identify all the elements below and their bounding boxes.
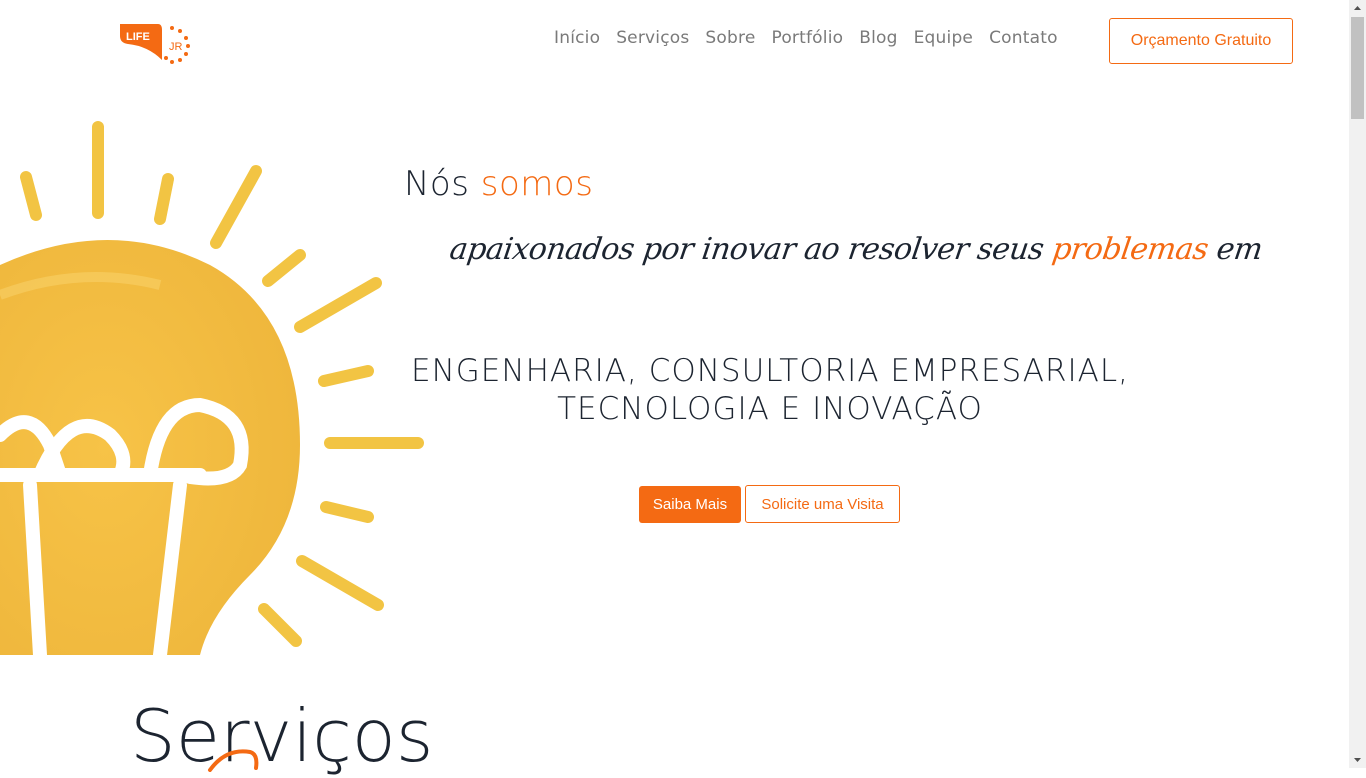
nav-contato[interactable]: Contato (989, 28, 1058, 48)
nav-blog[interactable]: Blog (859, 28, 897, 48)
hero-headline-plain: Nós (404, 164, 470, 204)
lightbulb-icon (0, 121, 424, 655)
page-scrollbar[interactable] (1349, 0, 1366, 768)
hero-tagline-end: em (1214, 232, 1265, 267)
site-header: LIFE JR Início Serviços Sobre Portfólio … (0, 0, 1349, 84)
request-visit-button[interactable]: Solicite uma Visita (745, 485, 900, 523)
hero-tagline-accent: problemas (1049, 232, 1211, 267)
hero-headline-accent: somos (480, 164, 594, 204)
life-jr-logo[interactable]: LIFE JR (118, 20, 198, 66)
nav-servicos[interactable]: Serviços (616, 28, 689, 48)
hero-tagline: apaixonados por inovar ao resolver seus … (448, 232, 1265, 267)
scroll-thumb[interactable] (1351, 17, 1364, 119)
free-quote-button[interactable]: Orçamento Gratuito (1109, 18, 1293, 64)
hero-areas-line2: TECNOLOGIA E INOVAÇÃO (557, 391, 983, 427)
hero-tagline-plain: apaixonados por inovar ao resolver seus (447, 232, 1046, 267)
main-nav: Início Serviços Sobre Portfólio Blog Equ… (554, 28, 1074, 48)
hero-areas: ENGENHARIA, CONSULTORIA EMPRESARIAL, TEC… (400, 352, 1140, 428)
nav-equipe[interactable]: Equipe (914, 28, 973, 48)
logo-text-life: LIFE (126, 31, 150, 43)
logo-text-jr: JR (169, 41, 183, 53)
nav-portfolio[interactable]: Portfólio (771, 28, 843, 48)
scroll-up-arrow-icon[interactable] (1349, 0, 1366, 17)
hero-areas-line1: ENGENHARIA, CONSULTORIA EMPRESARIAL, (411, 353, 1129, 389)
scroll-down-arrow-icon[interactable] (1349, 751, 1366, 768)
services-title: Serviços (130, 694, 434, 778)
nav-sobre[interactable]: Sobre (705, 28, 755, 48)
learn-more-button[interactable]: Saiba Mais (639, 486, 741, 523)
nav-inicio[interactable]: Início (554, 28, 600, 48)
hero-headline: Nós somos (404, 164, 593, 204)
